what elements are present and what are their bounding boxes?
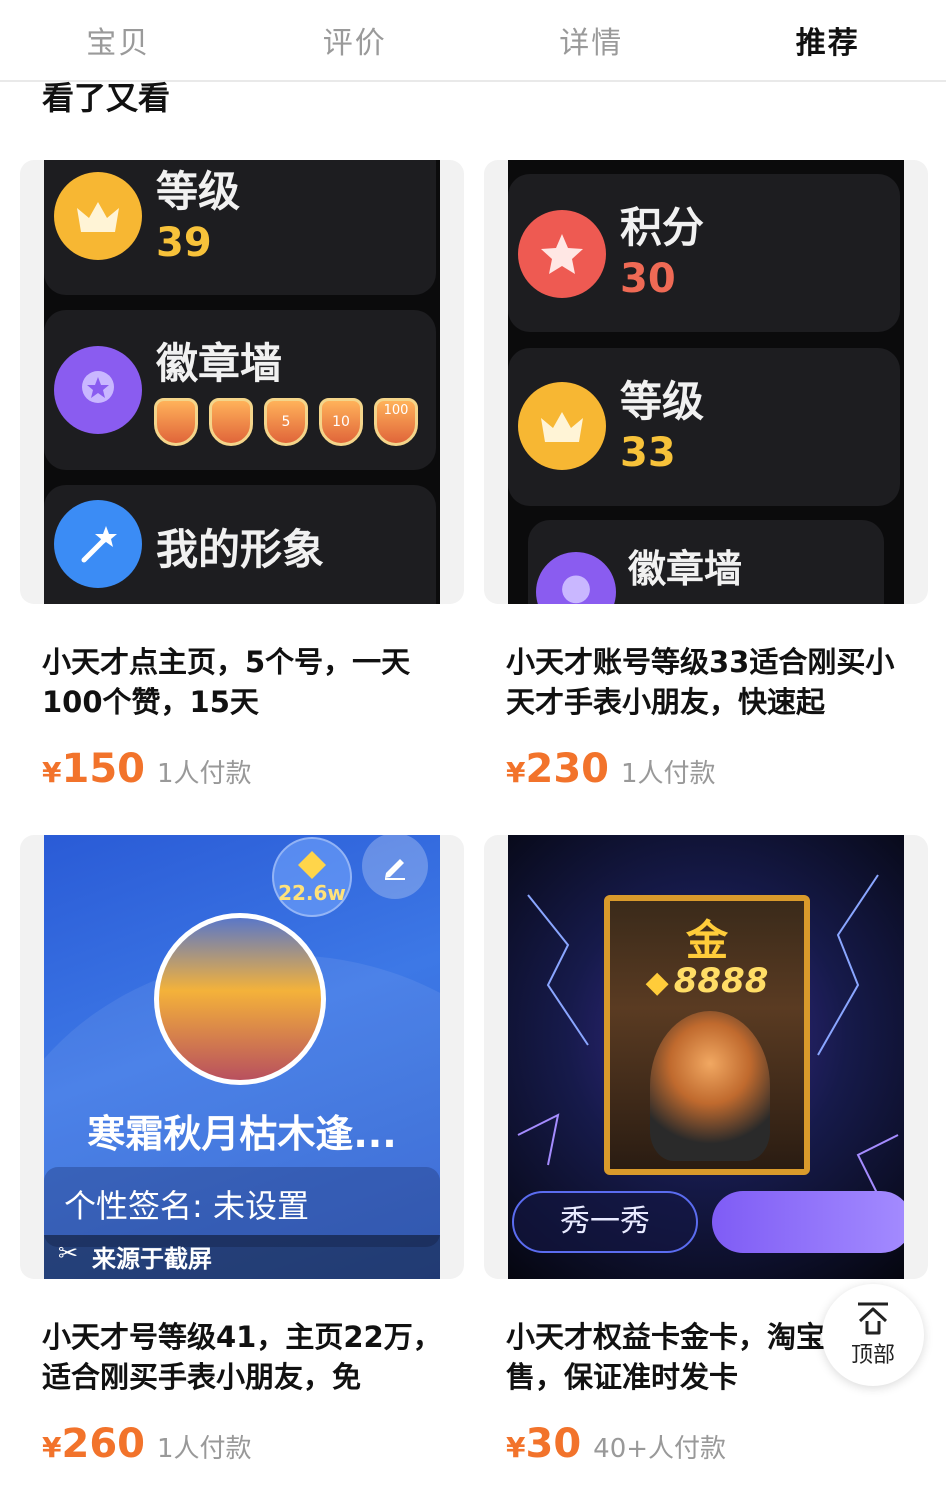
tab-items[interactable]: 宝贝: [0, 0, 237, 80]
diamond-icon: 22.6w: [272, 837, 352, 917]
avatar[interactable]: [154, 913, 326, 1085]
level-label: 等级: [156, 167, 241, 216]
gold-card: 金 ◆ 8888: [604, 895, 810, 1175]
signature: 个性签名: 未设置: [64, 1187, 309, 1225]
card-points: 8888: [673, 961, 769, 1001]
price: 230: [525, 746, 609, 792]
edit-icon[interactable]: [362, 835, 428, 899]
badges-label: 徽章墙: [156, 339, 283, 388]
tab-details[interactable]: 详情: [473, 0, 710, 80]
diamond-icon: ◆: [645, 965, 669, 1000]
product-image[interactable]: 等级 39 徽章墙 5 10 100 我的形象: [20, 160, 464, 604]
paid-count: 40+人付款: [593, 1434, 727, 1464]
profile-screen: 22.6w 寒霜秋月枯木逢... 个性签名: 未设置 ✂ 来源于截屏: [44, 835, 440, 1279]
product-title[interactable]: 小天才账号等级33适合刚买小天才手表小朋友，快速起: [506, 642, 906, 722]
price-row: ¥ 260 1人付款: [42, 1421, 252, 1467]
scissors-icon: ✂: [58, 1239, 79, 1267]
badges-label: 徽章墙: [628, 547, 743, 591]
arrow-up-icon: [858, 1302, 888, 1335]
tab-recommend[interactable]: 推荐: [710, 0, 946, 80]
price: 30: [525, 1421, 582, 1467]
nickname: 寒霜秋月枯木逢...: [87, 1112, 397, 1156]
paid-count: 1人付款: [156, 1434, 252, 1464]
crown-icon: [54, 172, 142, 260]
medal-icon: [54, 346, 142, 434]
character-image: [650, 1011, 770, 1161]
badge-icon: [154, 398, 198, 446]
crown-icon: [518, 382, 606, 470]
points-label: 积分: [620, 203, 705, 252]
paid-count: 1人付款: [620, 759, 716, 789]
source-label: 来源于截屏: [92, 1245, 212, 1273]
level-value: 33: [620, 430, 676, 476]
likes-count: 22.6w: [278, 881, 346, 905]
use-button[interactable]: [712, 1191, 904, 1253]
price-row: ¥ 150 1人付款: [42, 746, 252, 792]
show-button[interactable]: 秀一秀: [512, 1191, 698, 1253]
tab-reviews[interactable]: 评价: [237, 0, 474, 80]
currency-symbol: ¥: [506, 756, 526, 789]
watch-screen: 积分 30 等级 33 徽章墙: [508, 160, 904, 604]
product-title[interactable]: 小天才号等级41，主页22万，适合刚买手表小朋友，免: [42, 1317, 442, 1397]
badge-icon: 100: [374, 398, 418, 446]
card-tier: 金: [685, 916, 728, 965]
badge-icon: 10: [319, 398, 363, 446]
currency-symbol: ¥: [42, 756, 62, 789]
watch-screen: 等级 39 徽章墙 5 10 100 我的形象: [44, 160, 440, 604]
back-to-top-button[interactable]: 顶部: [822, 1284, 924, 1386]
level-value: 39: [156, 220, 212, 266]
level-label: 等级: [620, 377, 705, 426]
magic-wand-icon: [54, 500, 142, 588]
product-title[interactable]: 小天才点主页，5个号，一天100个赞，15天: [42, 642, 442, 722]
star-icon: [518, 210, 606, 298]
badge-icon: [209, 398, 253, 446]
points-value: 30: [620, 256, 676, 302]
section-title: 看了又看: [42, 79, 171, 116]
product-image[interactable]: 22.6w 寒霜秋月枯木逢... 个性签名: 未设置 ✂ 来源于截屏: [20, 835, 464, 1279]
price-row: ¥ 230 1人付款: [506, 746, 716, 792]
product-image[interactable]: 金 ◆ 8888 秀一秀: [484, 835, 928, 1279]
currency-symbol: ¥: [42, 1431, 62, 1464]
price: 150: [61, 746, 145, 792]
avatar-label: 我的形象: [156, 525, 325, 574]
paid-count: 1人付款: [156, 759, 252, 789]
price: 260: [61, 1421, 145, 1467]
currency-symbol: ¥: [506, 1431, 526, 1464]
product-image[interactable]: 积分 30 等级 33 徽章墙: [484, 160, 928, 604]
price-row: ¥ 30 40+人付款: [506, 1421, 726, 1467]
back-to-top-label: 顶部: [850, 1343, 895, 1368]
gold-card-screen: 金 ◆ 8888 秀一秀: [508, 835, 904, 1279]
badge-icon: 5: [264, 398, 308, 446]
tab-bar: 宝贝 评价 详情 推荐: [0, 0, 946, 82]
